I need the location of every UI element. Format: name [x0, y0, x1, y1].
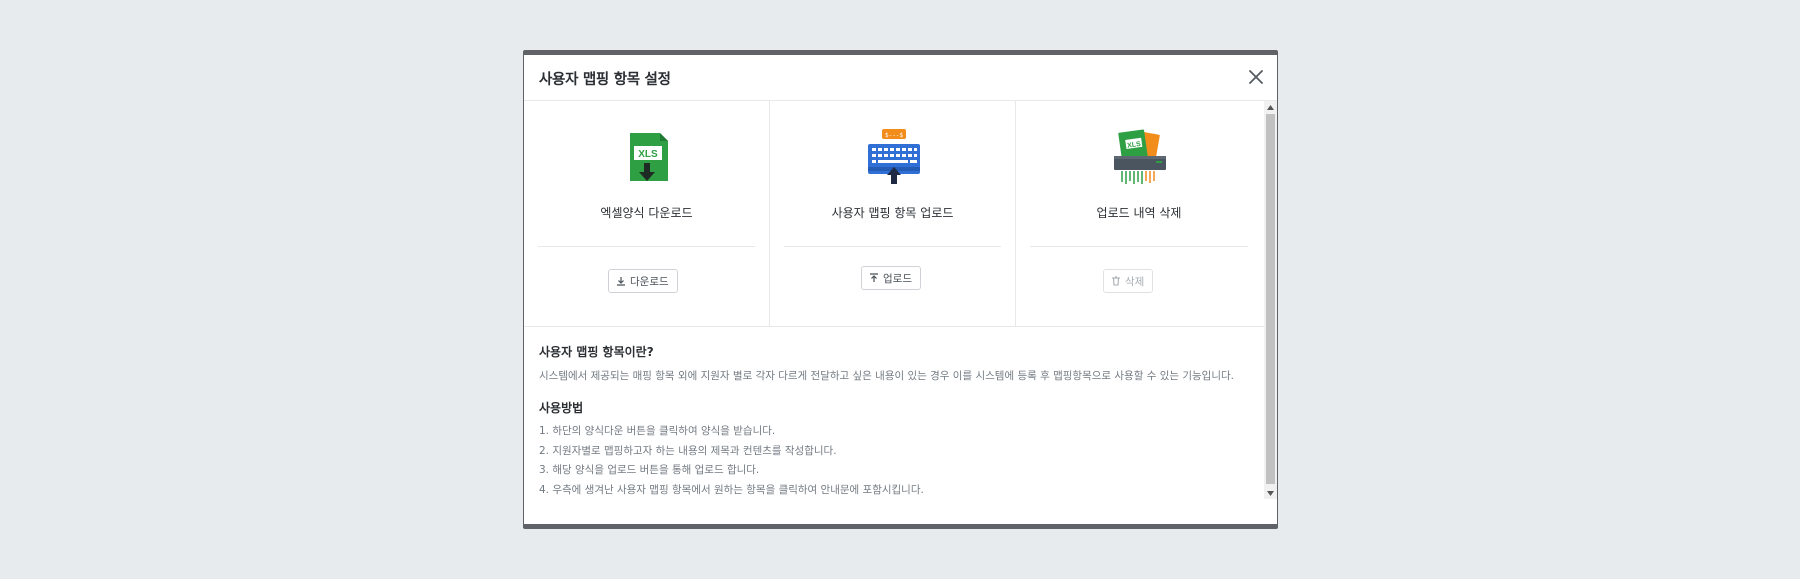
card-upload-delete: XLS 업로드 내역 삭제 삭제 [1016, 101, 1262, 326]
delete-button-label: 삭제 [1125, 275, 1145, 288]
upload-icon [870, 273, 878, 282]
svg-text:XLS: XLS [638, 149, 658, 160]
download-button-label: 다운로드 [630, 275, 669, 288]
shredder-delete-icon: XLS [1114, 129, 1166, 184]
card-title: 업로드 내역 삭제 [1096, 206, 1182, 220]
usage-steps: 1. 하단의 양식다운 버튼을 클릭하여 양식을 받습니다. 2. 지원자별로 … [539, 424, 924, 499]
card-mapping-upload: $---$ 사용자 맵핑 항목 업로드 업로드 [770, 101, 1016, 326]
caret-down-icon [1267, 490, 1274, 496]
modal-body: XLS 엑셀양식 다운로드 다운로드 $---$ 사용자 맵핑 항목 업로드 업… [524, 101, 1264, 499]
upload-button[interactable]: 업로드 [861, 266, 921, 290]
info-heading: 사용자 맵핑 항목이란? [539, 345, 654, 359]
card-divider [784, 246, 1001, 247]
close-icon [1249, 70, 1263, 84]
upload-button-label: 업로드 [883, 272, 912, 285]
close-button[interactable] [1246, 67, 1266, 87]
usage-step: 1. 하단의 양식다운 버튼을 클릭하여 양식을 받습니다. [539, 425, 776, 437]
caret-up-icon [1267, 104, 1274, 110]
card-title: 사용자 맵핑 항목 업로드 [831, 206, 954, 220]
delete-button[interactable]: 삭제 [1103, 269, 1154, 293]
vertical-scrollbar[interactable] [1264, 101, 1277, 499]
card-excel-download: XLS 엑셀양식 다운로드 다운로드 [524, 101, 770, 326]
scrollbar-thumb[interactable] [1266, 114, 1275, 484]
modal-title: 사용자 맵핑 항목 설정 [539, 72, 671, 88]
card-title: 엑셀양식 다운로드 [600, 206, 693, 220]
usage-step: 4. 우측에 생겨난 사용자 맵핑 항목에서 원하는 항목을 클릭하여 안내문에… [539, 483, 924, 496]
card-divider [538, 246, 755, 247]
usage-heading: 사용방법 [539, 401, 584, 415]
keyboard-upload-icon: $---$ [868, 129, 920, 184]
action-cards: XLS 엑셀양식 다운로드 다운로드 $---$ 사용자 맵핑 항목 업로드 업… [524, 101, 1264, 327]
modal-header: 사용자 맵핑 항목 설정 [524, 55, 1277, 101]
download-button[interactable]: 다운로드 [608, 269, 678, 293]
usage-step: 3. 해당 양식을 업로드 버튼을 통해 업로드 합니다. [539, 464, 760, 476]
trash-icon [1112, 276, 1120, 286]
scroll-up-button[interactable] [1264, 101, 1277, 113]
excel-download-icon: XLS [630, 133, 668, 181]
download-icon [617, 277, 625, 286]
mapping-settings-modal: 사용자 맵핑 항목 설정 XLS 엑셀양식 다운로드 다운로드 $---$ 사용… [524, 55, 1277, 524]
info-description: 시스템에서 제공되는 매핑 항목 외에 지원자 별로 각자 다르게 전달하고 싶… [539, 370, 1235, 382]
card-divider [1030, 246, 1248, 247]
scroll-down-button[interactable] [1264, 487, 1277, 499]
usage-step: 2. 지원자별로 맵핑하고자 하는 내용의 제목과 컨텐츠를 작성합니다. [539, 444, 837, 457]
svg-text:$---$: $---$ [885, 132, 903, 139]
